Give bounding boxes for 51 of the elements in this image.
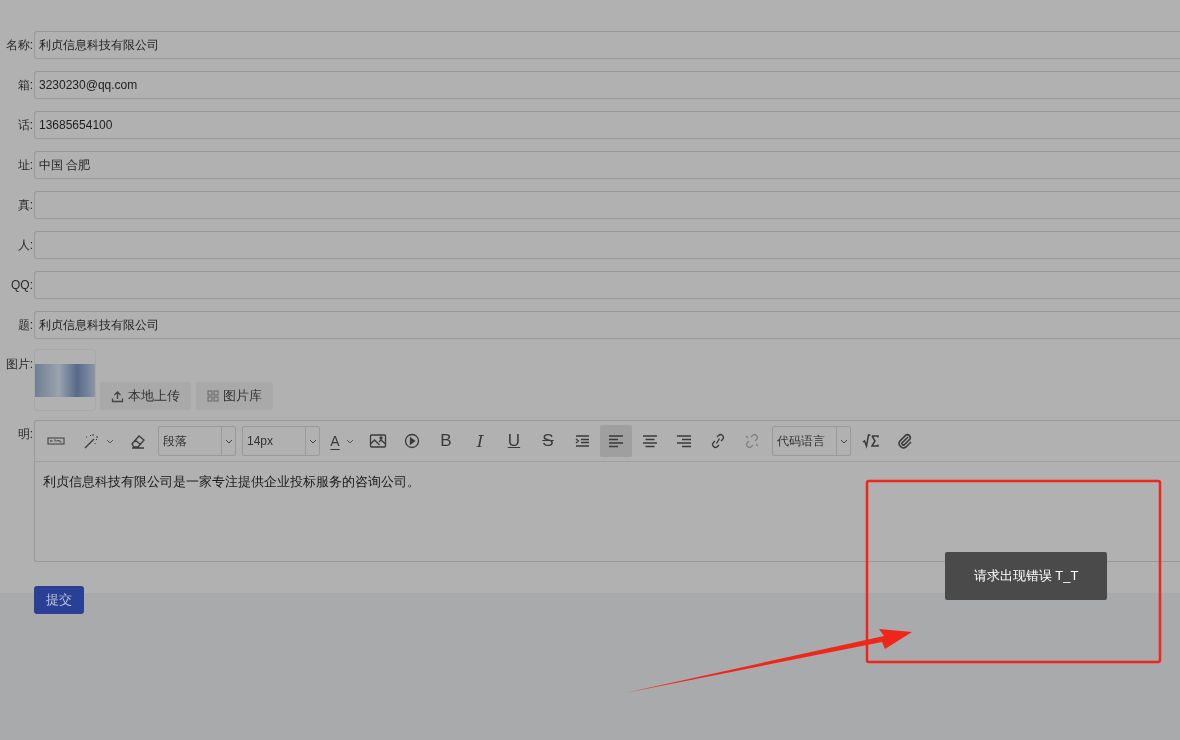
submit-button[interactable]: 提交: [34, 586, 84, 614]
text-field[interactable]: 3230230@qq.com: [34, 71, 1180, 99]
align-left-button[interactable]: [600, 425, 632, 457]
gallery-button[interactable]: 图片库: [196, 382, 273, 410]
field-label: 址:: [16, 156, 33, 174]
grid-icon: [207, 390, 219, 402]
bold-button[interactable]: B: [430, 425, 462, 457]
field-label: QQ:: [10, 278, 33, 292]
formula-icon: [862, 433, 880, 449]
text-field[interactable]: 利贞信息科技有限公司: [34, 311, 1180, 339]
align-left-icon: [607, 433, 625, 449]
photo-placeholder: [35, 363, 95, 397]
field-label: 话:: [16, 116, 33, 134]
text-field[interactable]: [34, 231, 1180, 259]
field-label: 图片:: [4, 356, 33, 373]
text-field[interactable]: [34, 271, 1180, 299]
dropdown-select[interactable]: 14px: [242, 426, 320, 456]
caret-icon: [839, 438, 848, 444]
caret-icon[interactable]: [346, 438, 354, 444]
upload-icon: [111, 389, 124, 403]
caret-icon[interactable]: [106, 438, 114, 444]
field-label: 箱:: [16, 76, 33, 94]
caret-icon: [224, 438, 233, 444]
upload-button[interactable]: 本地上传: [100, 382, 191, 410]
image-icon: [369, 433, 387, 449]
field-label: 题:: [16, 316, 33, 334]
align-center-icon: [641, 433, 659, 449]
underline-button[interactable]: U: [498, 425, 530, 457]
text-field[interactable]: 13685654100: [34, 111, 1180, 139]
font-color-button[interactable]: A: [324, 425, 346, 457]
unlink-icon: [743, 433, 761, 449]
field-label: 人:: [16, 236, 33, 254]
field-label: 名称:: [4, 36, 33, 54]
field-label: 真:: [16, 196, 33, 214]
paperclip-icon: [896, 433, 914, 449]
indent-icon: [573, 433, 591, 449]
play-circle-icon: [403, 433, 421, 449]
italic-button[interactable]: I: [464, 425, 496, 457]
dropdown-select[interactable]: 段落: [158, 426, 236, 456]
error-toast: 请求出现错误 T_T: [945, 552, 1107, 600]
link-icon: [709, 433, 727, 449]
text-field[interactable]: 中国 合肥: [34, 151, 1180, 179]
eraser-icon: [129, 433, 147, 449]
dropdown-select[interactable]: 代码语言: [772, 426, 851, 456]
caret-icon: [308, 438, 317, 444]
strikethrough-button[interactable]: S: [532, 425, 564, 457]
text-field[interactable]: [34, 191, 1180, 219]
editor-text[interactable]: 利贞信息科技有限公司是一家专注提供企业投标服务的咨询公司。: [43, 474, 420, 489]
text-field[interactable]: 利贞信息科技有限公司: [34, 31, 1180, 59]
align-right-icon: [675, 433, 693, 449]
field-label: 明:: [16, 426, 33, 443]
